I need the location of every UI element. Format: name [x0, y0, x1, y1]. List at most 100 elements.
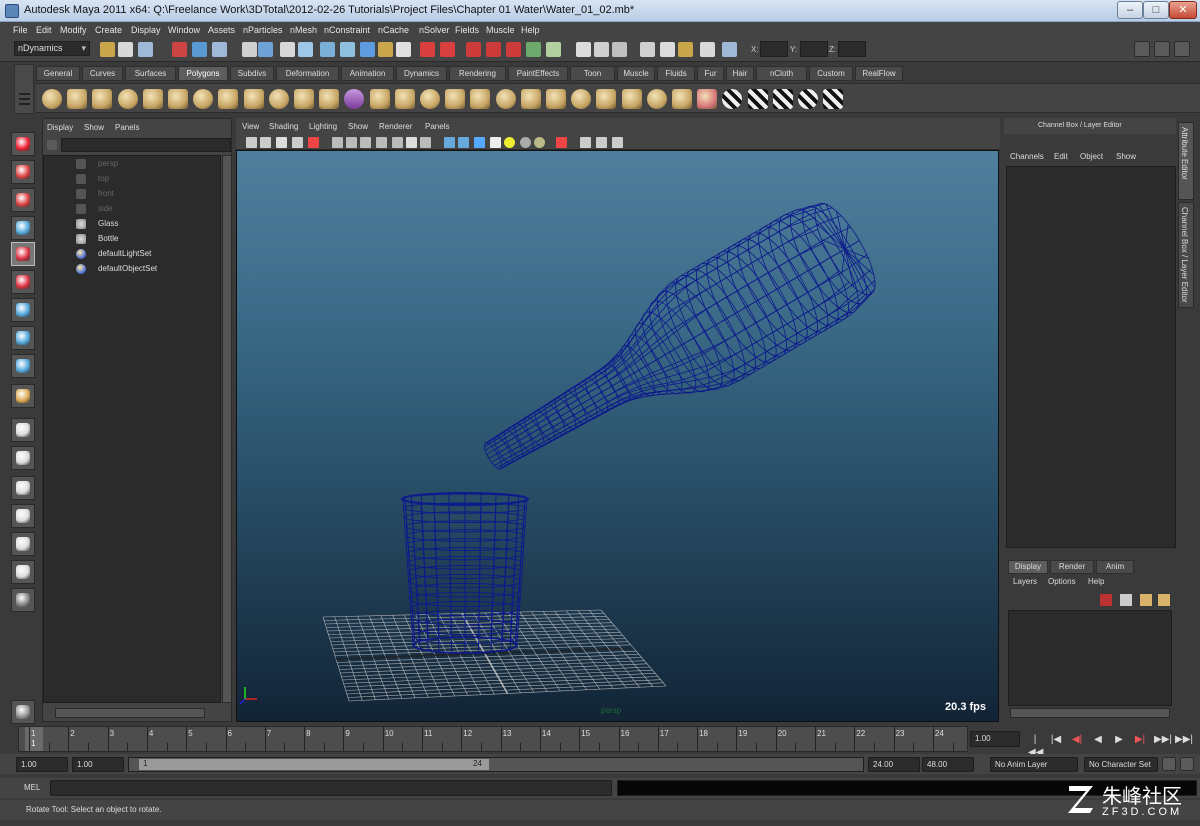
shelf-tab-rendering[interactable]: Rendering [449, 66, 506, 81]
status-tool-icon[interactable] [486, 42, 501, 57]
layer-options-icon[interactable] [1140, 594, 1152, 606]
shelf-tool-icon[interactable] [823, 89, 844, 109]
step-forward-frame-icon[interactable]: ▶▶| [1154, 733, 1172, 747]
shelf-tab-hair[interactable]: Hair [726, 66, 754, 81]
shelf-tab-fluids[interactable]: Fluids [657, 66, 695, 81]
outliner-menu-show[interactable]: Show [84, 123, 104, 132]
shelf-tool-icon[interactable] [294, 89, 314, 109]
viewport-tool-icon[interactable] [392, 137, 403, 148]
attribute-editor-tab[interactable]: Attribute Editor [1178, 122, 1194, 200]
help-menu[interactable]: Help [1088, 577, 1104, 586]
menu-edit[interactable]: Edit [36, 25, 52, 35]
shelf-tool-icon[interactable] [798, 89, 818, 109]
shelf-tab-polygons[interactable]: Polygons [178, 66, 228, 81]
viewport-tool-icon[interactable] [596, 137, 607, 148]
viewport-menu-renderer[interactable]: Renderer [379, 122, 412, 131]
rotate-tool-icon[interactable] [11, 242, 35, 266]
animation-end-field[interactable]: 48.00 [922, 757, 974, 772]
persp-graph-layout-icon[interactable] [11, 504, 35, 528]
persp-outliner-layout-icon[interactable] [11, 476, 35, 500]
animation-start-field[interactable]: 1.00 [16, 757, 68, 772]
layer-editor-scrollbar[interactable] [1010, 708, 1170, 718]
viewport-tool-icon[interactable] [376, 137, 387, 148]
viewport-tool-icon[interactable] [444, 137, 455, 148]
status-tool-icon[interactable] [678, 42, 693, 57]
status-tool-icon[interactable] [660, 42, 675, 57]
menu-muscle[interactable]: Muscle [486, 25, 515, 35]
character-set-dropdown[interactable]: No Character Set [1084, 757, 1158, 772]
layers-menu[interactable]: Layers [1013, 577, 1037, 586]
channel-box-layer-editor-tab[interactable]: Channel Box / Layer Editor [1178, 202, 1194, 308]
tab-display-layers[interactable]: Display [1008, 560, 1048, 574]
viewport-tool-icon[interactable] [474, 137, 485, 148]
menu-ncache[interactable]: nCache [378, 25, 409, 35]
status-tool-icon[interactable] [440, 42, 455, 57]
shelf-menu-icon[interactable] [14, 64, 34, 114]
lasso-tool-icon[interactable] [11, 160, 35, 184]
shelf-tab-painteffects[interactable]: PaintEffects [508, 66, 568, 81]
go-to-end-icon[interactable]: ▶▶| [1175, 733, 1193, 747]
status-tool-icon[interactable] [396, 42, 411, 57]
outliner-menu-panels[interactable]: Panels [115, 123, 139, 132]
channels-menu[interactable]: Channels [1010, 152, 1044, 161]
step-back-frame-icon[interactable]: |◀ [1049, 733, 1063, 747]
shelf-tab-animation[interactable]: Animation [341, 66, 394, 81]
four-pane-layout-icon[interactable] [11, 446, 35, 470]
maximize-button[interactable]: □ [1143, 1, 1169, 19]
outliner-filter-input[interactable] [61, 138, 231, 152]
outliner-horizontal-scrollbar[interactable] [55, 708, 205, 718]
status-tool-icon[interactable] [378, 42, 393, 57]
status-tool-icon[interactable] [466, 42, 481, 57]
tab-anim-layers[interactable]: Anim [1096, 560, 1134, 574]
shelf-tool-icon[interactable] [747, 89, 768, 109]
status-tool-icon[interactable] [298, 42, 313, 57]
shelf-tab-dynamics[interactable]: Dynamics [396, 66, 447, 81]
shelf-tool-icon[interactable] [672, 89, 692, 109]
menu-nparticles[interactable]: nParticles [243, 25, 283, 35]
shelf-tab-ncloth[interactable]: nCloth [756, 66, 807, 81]
maya-logo-icon[interactable] [11, 700, 35, 724]
new-empty-layer-icon[interactable] [1120, 594, 1132, 606]
viewport-tool-icon[interactable] [420, 137, 431, 148]
paint-select-tool-icon[interactable] [11, 188, 35, 212]
shelf-tool-icon[interactable] [520, 89, 541, 109]
animation-preferences-icon[interactable] [1180, 757, 1194, 771]
viewport-tool-icon[interactable] [260, 137, 271, 148]
channel-box-toggle-icon[interactable] [1174, 41, 1190, 57]
new-layer-from-selected-icon[interactable] [1100, 594, 1112, 606]
viewport-menu-shading[interactable]: Shading [269, 122, 298, 131]
menu-set-dropdown[interactable]: nDynamics ▾ [14, 41, 90, 56]
status-tool-icon[interactable] [526, 42, 541, 57]
shelf-tool-icon[interactable] [193, 89, 214, 109]
shelf-tab-toon[interactable]: Toon [570, 66, 615, 81]
shelf-tool-icon[interactable] [168, 89, 188, 109]
tool-settings-toggle-icon[interactable] [1154, 41, 1170, 57]
scale-tool-icon[interactable] [11, 270, 35, 294]
shelf-tool-icon[interactable] [646, 89, 667, 109]
shelf-tool-icon[interactable] [92, 89, 113, 109]
outliner-menu-display[interactable]: Display [47, 123, 73, 132]
menu-nsolver[interactable]: nSolver [419, 25, 450, 35]
shelf-tool-icon[interactable] [470, 89, 491, 109]
command-language-toggle[interactable]: MEL [24, 783, 40, 792]
viewport-tool-icon[interactable] [520, 137, 531, 148]
menu-nmesh[interactable]: nMesh [290, 25, 317, 35]
viewport-tool-icon[interactable] [246, 137, 257, 148]
edit-menu[interactable]: Edit [1054, 152, 1068, 161]
last-tool-icon[interactable] [11, 384, 35, 408]
shelf-tab-muscle[interactable]: Muscle [617, 66, 655, 81]
command-input[interactable] [50, 780, 612, 796]
move-tool-icon[interactable] [11, 216, 35, 240]
shelf-tool-icon[interactable] [697, 89, 718, 109]
anim-layer-dropdown[interactable]: No Anim Layer [990, 757, 1078, 772]
viewport-tool-icon[interactable] [406, 137, 417, 148]
viewport-menu-view[interactable]: View [242, 122, 259, 131]
menu-assets[interactable]: Assets [208, 25, 235, 35]
shelf-tool-icon[interactable] [546, 89, 566, 109]
x-field[interactable] [760, 41, 788, 57]
outliner-vertical-scrollbar[interactable] [222, 155, 232, 703]
shelf-tab-realflow[interactable]: RealFlow [855, 66, 903, 81]
shelf-tab-deformation[interactable]: Deformation [276, 66, 339, 81]
shelf-tool-icon[interactable] [571, 89, 592, 109]
show-menu[interactable]: Show [1116, 152, 1136, 161]
